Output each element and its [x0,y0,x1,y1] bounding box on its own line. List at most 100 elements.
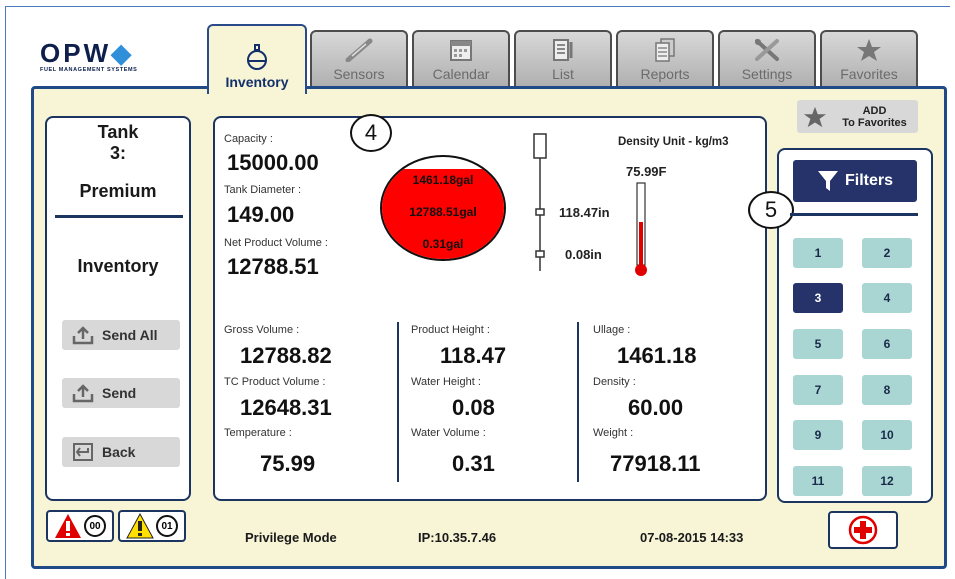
tab-settings-label: Settings [741,66,793,82]
brand-subtitle: FUEL MANAGEMENT SYSTEMS [40,67,138,73]
density-label: Density : [593,376,636,388]
alarm-button[interactable]: 00 [46,510,114,542]
send-label: Send [102,385,137,401]
temperature-label: Temperature : [224,427,292,439]
tank-ullage-text: 1461.18gal [412,173,474,187]
density-value: 60.00 [628,395,684,420]
alarm-triangle-icon [55,514,81,538]
send-all-button[interactable]: Send All [62,320,180,350]
filter-button-11[interactable]: 11 [793,466,843,496]
filter-button-12[interactable]: 12 [862,466,912,496]
filters-button[interactable]: Filters [793,160,917,202]
tab-sensors[interactable]: Sensors [310,30,408,86]
column-divider [397,322,399,482]
filter-button-2[interactable]: 2 [862,238,912,268]
add-to-favorites-button[interactable]: ADD To Favorites [797,100,918,133]
upload-icon [72,384,94,403]
calendar-icon [446,37,476,63]
filter-button-3[interactable]: 3 [793,283,843,313]
add-favorites-line2: To Favorites [842,116,907,129]
filter-button-9[interactable]: 9 [793,420,843,450]
ullage-label: Ullage : [593,324,631,336]
gross-volume-value: 12788.82 [240,343,332,368]
column-divider [577,322,579,482]
star-icon [854,37,884,63]
product-height-label: Product Height : [411,324,490,336]
tab-calendar-label: Calendar [432,66,490,82]
funnel-icon [817,171,838,191]
temperature-reading: 75.99F [626,164,667,179]
tab-calendar[interactable]: Calendar [412,30,510,86]
tank-icon [242,44,272,71]
weight-value: 77918.11 [610,451,701,476]
diameter-label: Tank Diameter : [224,184,302,196]
tab-favorites[interactable]: Favorites [820,30,918,86]
medical-cross-icon [848,515,878,545]
reports-icon [650,37,680,63]
tab-sensors-label: Sensors [333,66,385,82]
emergency-button[interactable] [828,511,898,549]
tank-product-name: Premium [79,181,157,201]
gross-volume-label: Gross Volume : [224,324,300,336]
section-label: Inventory [77,256,159,276]
filter-button-4[interactable]: 4 [862,283,912,313]
net-volume-label: Net Product Volume : [224,237,328,249]
product-height-value: 118.47 [440,343,507,368]
tc-product-volume-value: 12648.31 [240,395,332,420]
filter-button-8[interactable]: 8 [862,375,912,405]
back-icon [73,443,93,461]
tab-reports-label: Reports [640,66,690,82]
temperature-value: 75.99 [260,451,316,476]
warning-triangle-icon [126,513,154,539]
alarm-count: 00 [84,515,106,537]
send-all-label: Send All [102,327,158,343]
ip-address: IP:10.35.7.46 [418,530,497,545]
tab-inventory[interactable]: Inventory [207,24,307,94]
tank-product-text: 12788.51gal [409,205,477,219]
filters-label: Filters [844,172,893,189]
weight-label: Weight : [593,427,634,439]
diameter-value: 149.00 [227,202,295,227]
privilege-mode: Privilege Mode [245,530,337,545]
water-volume-label: Water Volume : [411,427,486,439]
density-unit: Density Unit - kg/m3 [618,136,729,148]
filter-button-6[interactable]: 6 [862,329,912,359]
ullage-value: 1461.18 [617,343,697,368]
back-label: Back [102,444,136,460]
capacity-label: Capacity : [224,133,273,145]
tab-list[interactable]: List [514,30,612,86]
probe-gauge [533,133,547,271]
brand-text: OPW◆ [40,38,135,68]
probe-product-height: 118.47in [559,205,610,220]
warning-button[interactable]: 01 [118,510,186,542]
warning-count: 01 [156,515,178,537]
filter-button-1[interactable]: 1 [793,238,843,268]
tank-graphic: 1461.18gal 12788.51gal 0.31gal [380,155,506,261]
filter-button-7[interactable]: 7 [793,375,843,405]
opw-logo: OPW◆ FUEL MANAGEMENT SYSTEMS [40,40,190,76]
filter-button-10[interactable]: 10 [862,420,912,450]
list-icon [548,37,578,63]
upload-icon [72,326,94,345]
tab-settings[interactable]: Settings [718,30,816,86]
capacity-value: 15000.00 [227,150,319,175]
tab-reports[interactable]: Reports [616,30,714,86]
back-button[interactable]: Back [62,437,180,467]
thermometer-icon [635,182,647,276]
callout-5: 5 [748,191,794,229]
tools-icon [752,37,782,63]
tab-favorites-label: Favorites [840,66,898,82]
tank-title: Tank 3: [97,122,139,163]
date-time: 07-08-2015 14:33 [640,530,744,545]
callout-4: 4 [350,114,392,152]
sidebar-divider [55,215,183,218]
filters-divider [790,213,918,216]
net-volume-value: 12788.51 [227,254,319,279]
tc-product-volume-label: TC Product Volume : [224,376,326,388]
add-favorites-line1: ADD [862,104,887,117]
probe-water-height: 0.08in [565,247,602,262]
water-height-value: 0.08 [452,395,495,420]
send-button[interactable]: Send [62,378,180,408]
tab-inventory-label: Inventory [225,74,289,90]
filter-button-5[interactable]: 5 [793,329,843,359]
